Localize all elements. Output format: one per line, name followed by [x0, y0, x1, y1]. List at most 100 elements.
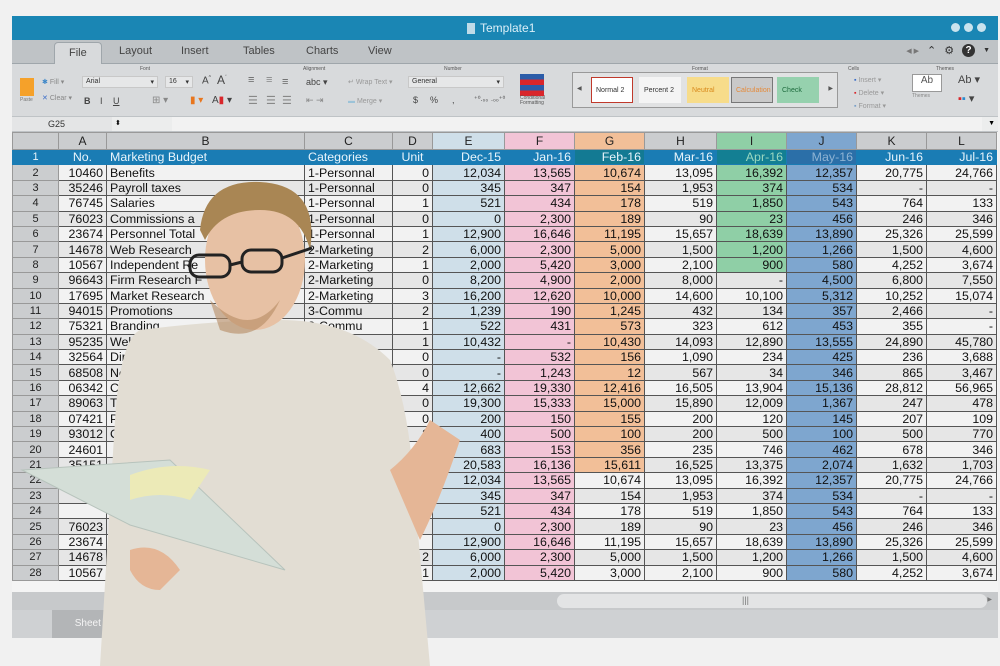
- cell[interactable]: 120: [716, 410, 787, 428]
- cell[interactable]: 1: [392, 318, 433, 335]
- cell[interactable]: 23674: [58, 225, 107, 243]
- cell[interactable]: 346: [926, 518, 997, 535]
- cell[interactable]: 235: [644, 441, 717, 458]
- cell[interactable]: 1: [392, 333, 433, 351]
- cell[interactable]: 10,674: [574, 164, 645, 181]
- cell[interactable]: 2,000: [432, 564, 505, 581]
- cell[interactable]: Pl: [106, 410, 305, 428]
- cell[interactable]: 3,000: [574, 256, 645, 274]
- row-header[interactable]: 18: [12, 410, 59, 428]
- chevron-down-icon[interactable]: ▼: [983, 47, 990, 54]
- cell[interactable]: 15,333: [504, 395, 575, 412]
- cell[interactable]: 1: [392, 195, 433, 212]
- cell[interactable]: Co: [106, 379, 305, 397]
- tab-insert[interactable]: Insert: [181, 45, 209, 57]
- cell[interactable]: Web Advertising: [106, 333, 305, 351]
- header-cell[interactable]: Apr-16: [716, 148, 787, 166]
- cell[interactable]: 2-Marketing: [304, 287, 393, 304]
- row-header[interactable]: 15: [12, 364, 59, 381]
- delete-cells-button[interactable]: ▪ Delete ▾: [854, 89, 884, 97]
- cell[interactable]: 8,000: [644, 272, 717, 289]
- row-header[interactable]: 22: [12, 472, 59, 489]
- cell[interactable]: 1,500: [644, 241, 717, 258]
- paste-button[interactable]: Paste: [20, 74, 38, 104]
- cell[interactable]: 13,375: [716, 456, 787, 474]
- decrease-decimal-button[interactable]: .₀₀⁺⁰: [491, 95, 505, 103]
- row-header[interactable]: 2: [12, 164, 59, 181]
- cell[interactable]: 246: [856, 518, 927, 535]
- cell[interactable]: 24,766: [926, 472, 997, 489]
- cell[interactable]: 2-Marketing: [304, 241, 393, 258]
- cell[interactable]: 567: [644, 364, 717, 381]
- cell[interactable]: 13,095: [644, 164, 717, 181]
- cell[interactable]: 14,600: [644, 287, 717, 304]
- cell[interactable]: [58, 502, 107, 520]
- header-cell[interactable]: Jul-16: [926, 148, 997, 166]
- cell[interactable]: 19,330: [504, 379, 575, 397]
- cell[interactable]: -: [432, 349, 505, 366]
- cell[interactable]: 16,200: [432, 287, 505, 304]
- cell[interactable]: [106, 441, 305, 458]
- cell[interactable]: 11,195: [574, 533, 645, 551]
- cell[interactable]: 534: [786, 179, 857, 197]
- cell[interactable]: 534: [786, 487, 857, 504]
- cell[interactable]: [106, 487, 305, 504]
- cell[interactable]: 580: [786, 256, 857, 274]
- align-center-icon[interactable]: ☰: [266, 94, 276, 107]
- cell[interactable]: 3,000: [574, 564, 645, 581]
- cell[interactable]: 68508: [58, 364, 107, 381]
- theme-colors-icon[interactable]: ▪▪ ▾: [958, 92, 974, 105]
- tab-layout[interactable]: Layout: [119, 45, 152, 57]
- cell[interactable]: [304, 456, 393, 474]
- cell[interactable]: eting: [304, 564, 393, 581]
- cell[interactable]: 12,034: [432, 164, 505, 181]
- cell[interactable]: 3,467: [926, 364, 997, 381]
- cell[interactable]: 13,565: [504, 472, 575, 489]
- cell[interactable]: 4,252: [856, 564, 927, 581]
- cell[interactable]: 153: [504, 441, 575, 458]
- cell[interactable]: 16,646: [504, 533, 575, 551]
- cell[interactable]: [106, 502, 305, 520]
- cell[interactable]: Market Research: [106, 287, 305, 304]
- cell[interactable]: 13,890: [786, 533, 857, 551]
- cell[interactable]: 2,300: [504, 210, 575, 227]
- cell[interactable]: 12,890: [716, 333, 787, 351]
- cell[interactable]: 0: [392, 441, 433, 458]
- cell[interactable]: 10,432: [432, 333, 505, 351]
- cell[interactable]: 1: [392, 256, 433, 274]
- cell[interactable]: 20,775: [856, 472, 927, 489]
- cell[interactable]: 434: [504, 195, 575, 212]
- cell[interactable]: 1,200: [716, 549, 787, 566]
- cell[interactable]: 23: [716, 210, 787, 227]
- cell-style-check[interactable]: Check: [777, 77, 819, 103]
- row-header[interactable]: 12: [12, 318, 59, 335]
- cell[interactable]: 1,200: [716, 241, 787, 258]
- column-header-G[interactable]: G: [574, 132, 645, 150]
- cell[interactable]: 356: [574, 441, 645, 458]
- cell[interactable]: 8,200: [432, 272, 505, 289]
- cell[interactable]: 28,812: [856, 379, 927, 397]
- cell[interactable]: 90: [644, 210, 717, 227]
- cell[interactable]: 3-Commu: [304, 318, 393, 335]
- comma-button[interactable]: ,: [452, 95, 455, 105]
- cell[interactable]: 13,095: [644, 472, 717, 489]
- increase-decimal-button[interactable]: ⁺⁰.₀₀: [474, 95, 488, 103]
- cell[interactable]: 12,009: [716, 395, 787, 412]
- cell[interactable]: 76023: [58, 518, 107, 535]
- cell[interactable]: 2,100: [644, 256, 717, 274]
- cell[interactable]: 145: [786, 410, 857, 428]
- cell[interactable]: 200: [644, 426, 717, 443]
- row-header[interactable]: 5: [12, 210, 59, 227]
- cell[interactable]: 1: [392, 225, 433, 243]
- cell[interactable]: C: [106, 426, 305, 443]
- scrollbar-thumb[interactable]: |||: [557, 594, 987, 608]
- cell[interactable]: 543: [786, 195, 857, 212]
- number-format-select[interactable]: General ▾: [408, 76, 504, 88]
- cell[interactable]: 10567: [58, 256, 107, 274]
- cell[interactable]: 612: [716, 318, 787, 335]
- cell[interactable]: 1,850: [716, 195, 787, 212]
- cell[interactable]: 18,639: [716, 225, 787, 243]
- cell[interactable]: 2,300: [504, 241, 575, 258]
- cell[interactable]: 25,599: [926, 533, 997, 551]
- cell[interactable]: 374: [716, 179, 787, 197]
